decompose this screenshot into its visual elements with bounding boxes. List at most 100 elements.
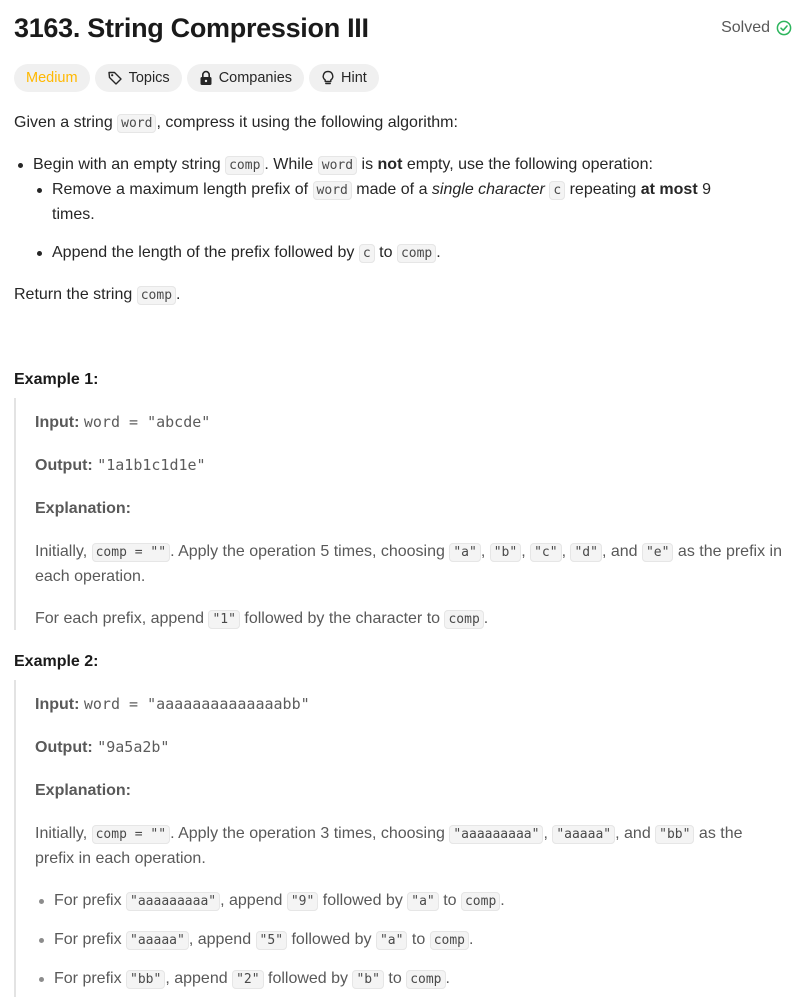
companies-label: Companies: [218, 70, 293, 86]
inline-code: comp: [460, 892, 501, 911]
inline-code: "e": [641, 543, 674, 562]
inline-code: c: [549, 181, 566, 200]
example-1-explanation-label: Explanation:: [35, 500, 132, 517]
text: . Apply the operation 3 times, choosing: [170, 825, 450, 842]
output-value: "9a5a2b": [97, 738, 170, 756]
solved-status: Solved: [721, 19, 792, 37]
text: For each prefix, append: [35, 610, 209, 627]
return-text: Return the string comp.: [14, 283, 181, 308]
inline-code: "b": [352, 970, 384, 989]
topics-label: Topics: [128, 70, 170, 86]
text: followed by: [287, 931, 376, 948]
text: Begin with an empty string: [33, 156, 226, 173]
inline-code: comp: [396, 244, 437, 263]
inline-code: word: [117, 114, 157, 133]
text: .: [436, 244, 441, 261]
example-2-block: Input: word = "aaaaaaaaaaaaaabb" Output:…: [14, 680, 786, 997]
algorithm-list: Begin with an empty string comp . While w…: [14, 153, 786, 266]
example-1-input: Input: word = "abcde": [35, 410, 210, 435]
hint-label: Hint: [341, 70, 367, 86]
text: , and: [615, 825, 656, 842]
text: For prefix: [54, 970, 127, 987]
example-2-explanation: Initially, comp = "". Apply the operatio…: [35, 822, 786, 871]
text: .: [445, 970, 450, 987]
text: , append: [165, 970, 233, 987]
text: , and: [601, 543, 642, 560]
text: is: [357, 156, 378, 173]
companies-button[interactable]: Companies: [186, 64, 305, 92]
list-item: Append the length of the prefix followed…: [33, 241, 786, 266]
italic-text: single character: [431, 181, 545, 198]
input-label: Input:: [35, 414, 80, 431]
check-circle-icon: [776, 20, 792, 36]
inline-code: comp: [444, 610, 484, 629]
inline-code: "bb": [126, 970, 166, 989]
lock-icon: [199, 70, 213, 86]
inline-code: comp: [136, 286, 177, 305]
text: .: [469, 931, 474, 948]
inline-code: comp: [406, 970, 446, 989]
inline-code: "1": [208, 610, 240, 629]
example-2-output: Output: "9a5a2b": [35, 735, 169, 760]
text: For prefix: [54, 892, 127, 909]
title-row: 3163. String Compression III Solved: [14, 8, 792, 48]
text: made of a: [351, 181, 432, 198]
inline-code: "5": [255, 931, 288, 950]
text: to: [407, 931, 430, 948]
problem-title: 3163. String Compression III: [14, 12, 369, 43]
text: ,: [543, 825, 553, 842]
text: Initially,: [35, 825, 92, 842]
input-value: word = "aaaaaaaaaaaaaabb": [83, 695, 310, 713]
input-value: word = "abcde": [83, 413, 211, 431]
text: to: [383, 970, 407, 987]
bold-text: not: [377, 156, 403, 173]
intro-text-part: , compress it using the following algori…: [156, 114, 458, 131]
inline-code: "bb": [655, 825, 695, 844]
inline-code: "b": [489, 543, 522, 562]
solved-label: Solved: [721, 19, 770, 36]
list-item: For prefix "bb", append "2" followed by …: [35, 967, 786, 992]
difficulty-badge[interactable]: Medium: [14, 64, 90, 92]
inline-code: comp = "": [91, 543, 171, 562]
sub-list: Remove a maximum length prefix of word m…: [33, 178, 786, 266]
inline-code: "2": [232, 970, 264, 989]
text: .: [483, 610, 489, 627]
example-2-input: Input: word = "aaaaaaaaaaaaaabb": [35, 692, 310, 717]
inline-code: "a": [407, 892, 439, 911]
tag-icon: [107, 70, 123, 86]
text: Return the string: [14, 286, 137, 303]
example-1-note: For each prefix, append "1" followed by …: [35, 607, 488, 632]
text: Append the length of the prefix followed…: [52, 244, 359, 261]
list-item: For prefix "aaaaa", append "5" followed …: [35, 928, 786, 953]
text: .: [500, 892, 505, 909]
text: to: [438, 892, 461, 909]
example-2-steps: For prefix "aaaaaaaaa", append "9" follo…: [35, 889, 786, 992]
hint-button[interactable]: Hint: [309, 64, 379, 92]
topics-button[interactable]: Topics: [94, 64, 182, 92]
inline-code: comp: [429, 931, 469, 950]
text: followed by the character to: [239, 610, 445, 627]
inline-code: "d": [570, 543, 602, 562]
difficulty-label: Medium: [26, 70, 78, 86]
inline-code: word: [312, 181, 352, 200]
tag-bar: Medium Topics Companies Hint: [14, 64, 379, 92]
list-item: For prefix "aaaaaaaaa", append "9" follo…: [35, 889, 786, 914]
inline-code: c: [358, 244, 375, 263]
example-2-explanation-label: Explanation:: [35, 782, 132, 799]
text: . While: [264, 156, 318, 173]
bold-text: at most: [640, 181, 698, 198]
text: Remove a maximum length prefix of: [52, 181, 313, 198]
inline-code: comp = "": [91, 825, 171, 844]
text: followed by: [263, 970, 353, 987]
inline-code: "9": [286, 892, 319, 911]
output-label: Output:: [35, 457, 93, 474]
text: ,: [521, 543, 531, 560]
text: For prefix: [54, 931, 127, 948]
list-item: Begin with an empty string comp . While w…: [14, 153, 786, 266]
text: followed by: [318, 892, 408, 909]
list-item: Remove a maximum length prefix of word m…: [33, 178, 786, 227]
example-1-explanation: Initially, comp = "". Apply the operatio…: [35, 540, 786, 589]
inline-code: "a": [375, 931, 408, 950]
example-2-heading: Example 2:: [14, 653, 99, 670]
inline-code: word: [317, 156, 358, 175]
